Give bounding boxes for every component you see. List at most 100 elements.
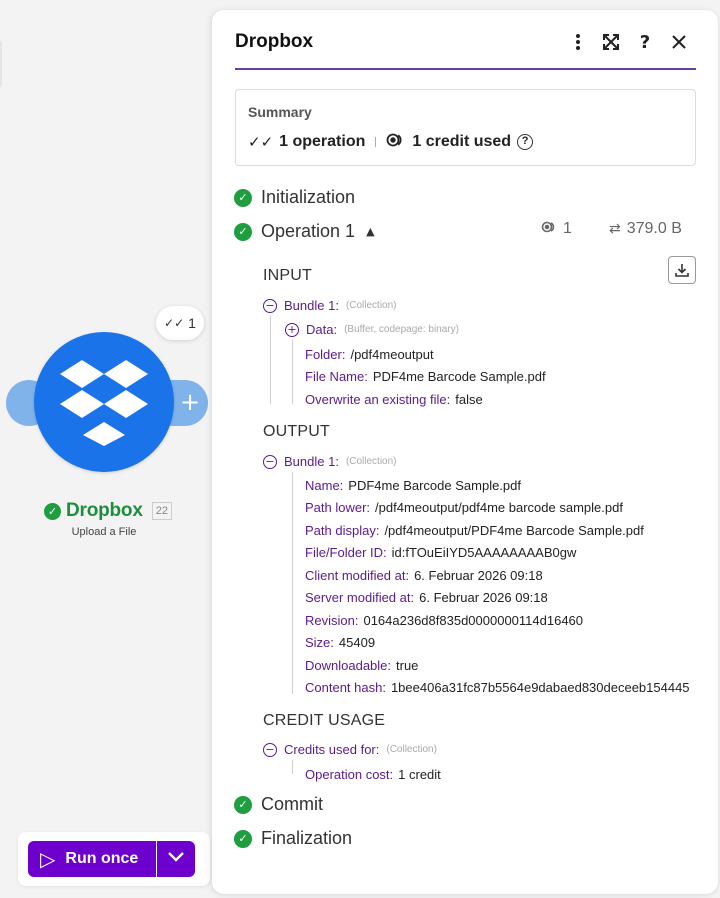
operations-count: 1 — [188, 315, 196, 331]
field-value: true — [396, 658, 419, 673]
panel-title: Dropbox — [235, 31, 314, 52]
stage-label: Finalization — [261, 828, 353, 848]
tree-guide — [270, 316, 271, 404]
output-field-name[interactable]: Name: PDF4me Barcode Sample.pdf — [305, 478, 521, 493]
input-field-file-name[interactable]: File Name: PDF4me Barcode Sample.pdf — [305, 369, 546, 384]
title-underline — [235, 68, 696, 70]
field-key: Size: — [305, 635, 334, 650]
output-field-revision[interactable]: Revision: 0164a236d8f835d0000000114d1646… — [305, 613, 583, 628]
operations-summary: 1 operation — [279, 133, 366, 150]
node-key: Credits used for: — [284, 742, 380, 757]
summary-card: Summary ✓✓ 1 operation 1 credit used ? — [235, 89, 696, 166]
run-once-button[interactable]: ▷ Run once — [28, 841, 156, 877]
operation-credits: 1 — [541, 220, 572, 238]
field-value: PDF4me Barcode Sample.pdf — [372, 369, 546, 384]
success-check-icon: ✓ — [234, 188, 252, 207]
run-once-label: Run once — [65, 850, 139, 867]
input-data-node[interactable]: + Data: (Buffer, codepage: binary) — [285, 322, 459, 337]
output-field-downloadable[interactable]: Downloadable: true — [305, 658, 418, 673]
output-field-path-lower[interactable]: Path lower: /pdf4meoutput/pdf4me barcode… — [305, 500, 623, 515]
field-key: Revision: — [305, 613, 359, 628]
output-bundle-node[interactable]: − Bundle 1: (Collection) — [263, 454, 397, 469]
canvas-edge-tab — [0, 40, 2, 88]
output-field-content-hash[interactable]: Content hash: 1bee406a31fc87b5564e9dabae… — [305, 680, 690, 695]
stage-commit[interactable]: ✓ Commit — [234, 794, 323, 815]
operation-data-size: ⇄ 379.0 B — [609, 220, 682, 238]
operation-credits-value: 1 — [563, 220, 572, 237]
play-icon: ▷ — [40, 847, 56, 871]
chevron-down-icon — [167, 851, 185, 867]
double-check-icon: ✓✓ — [164, 316, 185, 330]
stage-finalization[interactable]: ✓ Finalization — [234, 828, 352, 849]
collapse-icon[interactable]: − — [263, 298, 277, 313]
credit-coins-icon — [541, 221, 557, 237]
output-field-server-modified[interactable]: Server modified at: 6. Februar 2026 09:1… — [305, 590, 548, 605]
field-key: Server modified at: — [305, 590, 415, 605]
success-check-icon: ✓ — [234, 829, 252, 848]
plus-icon: + — [179, 388, 201, 416]
summary-stats: ✓✓ 1 operation 1 credit used ? — [248, 133, 534, 151]
field-value: id:fTOuEiIYD5AAAAAAAAB0gw — [391, 545, 577, 560]
field-key: File/Folder ID: — [305, 545, 387, 560]
field-key: Overwrite an existing file: — [305, 392, 451, 407]
stage-operation-1[interactable]: ✓ Operation 1 ▲ — [234, 221, 375, 242]
node-key: Bundle 1: — [284, 298, 339, 313]
field-value: 45409 — [338, 635, 376, 650]
input-bundle-node[interactable]: − Bundle 1: (Collection) — [263, 298, 397, 313]
field-value: 1bee406a31fc87b5564e9dabaed830deceeb1544… — [390, 680, 690, 695]
collapse-icon[interactable]: − — [263, 742, 277, 757]
field-value: PDF4me Barcode Sample.pdf — [348, 478, 521, 493]
expand-icon[interactable] — [599, 30, 623, 54]
collapse-icon[interactable]: − — [263, 454, 277, 469]
field-key: Path lower: — [305, 500, 371, 515]
run-options-dropdown[interactable] — [157, 841, 195, 877]
module-name: Dropbox — [66, 500, 143, 521]
output-field-file-id[interactable]: File/Folder ID: id:fTOuEiIYD5AAAAAAAAB0g… — [305, 545, 576, 560]
close-icon[interactable] — [667, 30, 691, 54]
input-heading: INPUT — [263, 267, 312, 284]
output-field-client-modified[interactable]: Client modified at: 6. Februar 2026 09:1… — [305, 568, 543, 583]
field-value: /pdf4meoutput/pdf4me barcode sample.pdf — [375, 500, 623, 515]
node-type: (Collection) — [345, 456, 397, 467]
node-type: (Collection) — [345, 300, 397, 311]
field-key: Content hash: — [305, 680, 386, 695]
output-field-path-display[interactable]: Path display: /pdf4meoutput/PDF4me Barco… — [305, 523, 644, 538]
summary-label: Summary — [248, 104, 312, 120]
dropbox-logo-icon — [60, 360, 148, 446]
output-field-size[interactable]: Size: 45409 — [305, 635, 375, 650]
field-key: Name: — [305, 478, 344, 493]
module-subtitle: Upload a File — [71, 526, 137, 538]
operations-count-bubble[interactable]: ✓✓ 1 — [156, 306, 204, 340]
success-check-icon: ✓ — [234, 222, 252, 241]
tree-guide — [292, 340, 293, 404]
tree-guide — [292, 760, 293, 774]
credit-usage-heading: CREDIT USAGE — [263, 712, 386, 729]
dropbox-module[interactable] — [34, 332, 174, 472]
field-key: Operation cost: — [305, 767, 394, 782]
operation-size-value: 379.0 B — [626, 220, 682, 237]
field-value: 0164a236d8f835d0000000114d16460 — [363, 613, 584, 628]
credits-help-icon[interactable]: ? — [517, 134, 534, 150]
input-field-overwrite[interactable]: Overwrite an existing file: false — [305, 392, 483, 407]
field-value: /pdf4meoutput/PDF4me Barcode Sample.pdf — [384, 523, 644, 538]
credits-used-node[interactable]: − Credits used for: (Collection) — [263, 742, 437, 757]
field-value: false — [455, 392, 483, 407]
field-key: File Name: — [305, 369, 368, 384]
node-type: (Collection) — [386, 744, 437, 755]
field-value: 1 credit — [398, 767, 441, 782]
node-type: (Buffer, codepage: binary) — [344, 324, 459, 335]
download-bundle-button[interactable] — [668, 256, 696, 284]
help-icon[interactable]: ? — [633, 30, 657, 54]
node-key: Bundle 1: — [284, 454, 339, 469]
caret-up-icon: ▲ — [366, 225, 375, 238]
more-options-icon[interactable] — [566, 30, 590, 54]
double-check-icon: ✓✓ — [248, 133, 274, 151]
stage-initialization[interactable]: ✓ Initialization — [234, 187, 355, 208]
field-key: Path display: — [305, 523, 380, 538]
expand-icon[interactable]: + — [285, 322, 299, 337]
node-key: Data: — [306, 322, 338, 337]
credit-field-operation-cost[interactable]: Operation cost: 1 credit — [305, 767, 441, 782]
input-field-folder[interactable]: Folder: /pdf4meoutput — [305, 347, 434, 362]
field-key: Client modified at: — [305, 568, 410, 583]
field-value: 6. Februar 2026 09:18 — [419, 590, 548, 605]
